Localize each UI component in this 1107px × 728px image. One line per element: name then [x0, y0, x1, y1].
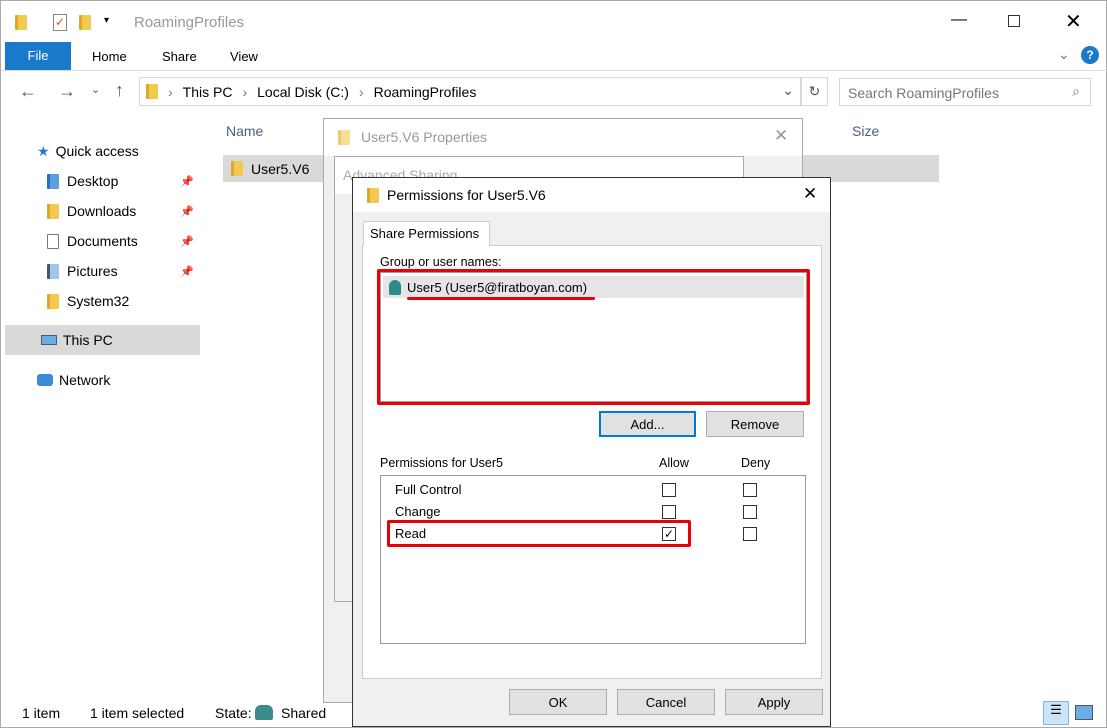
properties-close-button[interactable]: ✕: [774, 126, 788, 146]
read-deny-checkbox[interactable]: [743, 527, 757, 541]
highlight-box-read: [387, 520, 691, 547]
customize-dropdown-icon[interactable]: ▾: [104, 15, 109, 26]
nav-label: System32: [67, 293, 130, 309]
up-button[interactable]: ↑: [115, 80, 124, 101]
pin-icon[interactable]: 📌: [180, 175, 194, 188]
window-title: RoamingProfiles: [134, 14, 245, 31]
full-control-deny-checkbox[interactable]: [743, 483, 757, 497]
star-icon: ★: [37, 142, 50, 159]
maximize-button[interactable]: [1008, 15, 1020, 27]
chevron-icon: ›: [242, 83, 248, 100]
chevron-icon: ›: [168, 83, 173, 100]
remove-button[interactable]: Remove: [706, 411, 804, 437]
nav-label: Quick access: [55, 143, 139, 159]
nav-label: Downloads: [67, 203, 137, 219]
nav-desktop[interactable]: Desktop 📌: [1, 166, 200, 196]
full-control-allow-checkbox[interactable]: [662, 483, 676, 497]
ribbon-tabs: File Home Share View ⌄ ?: [1, 41, 1107, 71]
search-box[interactable]: Search RoamingProfiles ⌕: [839, 78, 1091, 106]
change-deny-checkbox[interactable]: [743, 505, 757, 519]
details-view-button[interactable]: ☰: [1043, 701, 1069, 725]
address-bar[interactable]: › This PC › Local Disk (C:) › RoamingPro…: [139, 77, 801, 106]
folder-icon: [47, 293, 59, 309]
nav-network[interactable]: Network: [1, 365, 200, 395]
nav-downloads[interactable]: Downloads 📌: [1, 196, 200, 226]
properties-title: User5.V6 Properties: [361, 129, 488, 145]
properties-icon[interactable]: ✓: [53, 14, 67, 31]
chevron-icon: ›: [358, 83, 364, 100]
pictures-icon: [47, 263, 59, 279]
nav-label: This PC: [63, 332, 113, 348]
shared-users-icon: [255, 705, 273, 720]
tab-home[interactable]: Home: [92, 49, 127, 64]
recent-dropdown[interactable]: ⌄: [91, 83, 100, 96]
search-placeholder: Search RoamingProfiles: [848, 85, 999, 101]
address-dropdown-icon[interactable]: ⌄: [782, 82, 794, 99]
tab-file[interactable]: File: [5, 42, 71, 70]
back-button[interactable]: ←: [19, 81, 37, 102]
selected-count: 1 item selected: [90, 705, 185, 721]
column-header-name[interactable]: Name: [226, 123, 263, 139]
breadcrumb-roamingprofiles[interactable]: RoamingProfiles: [374, 84, 477, 100]
expand-ribbon-icon[interactable]: ⌄: [1058, 46, 1070, 63]
help-icon[interactable]: ?: [1081, 46, 1099, 64]
file-name: User5.V6: [251, 160, 310, 177]
permission-change: Change: [395, 504, 441, 519]
title-bar: ✓ ▾ RoamingProfiles — ✕: [1, 1, 1107, 41]
folder-icon: [15, 15, 27, 30]
close-button[interactable]: ✕: [1065, 9, 1082, 34]
state-label: State:: [215, 705, 252, 721]
forward-button[interactable]: →: [58, 81, 76, 102]
permission-full-control: Full Control: [395, 482, 462, 497]
state-value: Shared: [281, 705, 327, 721]
nav-quick-access[interactable]: ★ Quick access: [1, 136, 200, 166]
tab-view[interactable]: View: [230, 49, 258, 64]
pin-icon[interactable]: 📌: [180, 265, 194, 278]
pin-icon[interactable]: 📌: [180, 205, 194, 218]
refresh-button[interactable]: ↻: [801, 77, 828, 106]
folder-icon: [231, 161, 243, 176]
nav-label: Pictures: [67, 263, 118, 279]
permissions-dialog: Permissions for User5.V6 ✕ Share Permiss…: [352, 177, 831, 727]
add-button[interactable]: Add...: [599, 411, 696, 437]
nav-system32[interactable]: System32: [1, 286, 200, 316]
breadcrumb-this-pc[interactable]: This PC: [183, 84, 233, 100]
permissions-list: [380, 475, 806, 644]
nav-this-pc[interactable]: This PC: [5, 325, 200, 355]
group-label: Group or user names:: [380, 255, 502, 269]
tab-share-permissions[interactable]: Share Permissions: [363, 221, 490, 246]
pin-icon[interactable]: 📌: [180, 235, 194, 248]
folder-icon: [146, 84, 158, 99]
nav-pictures[interactable]: Pictures 📌: [1, 256, 200, 286]
navigation-pane: ★ Quick access Desktop 📌 Downloads 📌 Docume…: [1, 111, 201, 696]
minimize-button[interactable]: —: [951, 11, 967, 29]
folder-icon: [338, 130, 350, 145]
folder-icon: [47, 173, 59, 189]
computer-icon: [41, 335, 57, 345]
network-icon: [37, 374, 53, 386]
nav-documents[interactable]: Documents 📌: [1, 226, 200, 256]
documents-icon: [47, 233, 59, 249]
column-header-size[interactable]: Size: [852, 123, 879, 139]
allow-header: Allow: [659, 456, 689, 470]
status-bar: 1 item 1 item selected State: Shared ☰: [1, 701, 1107, 727]
nav-label: Network: [59, 372, 111, 388]
download-folder-icon: [47, 203, 59, 219]
permissions-for-label: Permissions for User5: [380, 456, 503, 470]
new-folder-icon[interactable]: [79, 15, 91, 30]
search-icon: ⌕: [1072, 83, 1080, 99]
permissions-title: Permissions for User5.V6: [387, 187, 546, 203]
tab-share[interactable]: Share: [162, 49, 197, 64]
large-icons-view-button[interactable]: [1075, 705, 1093, 720]
highlight-box-users: [377, 269, 810, 405]
item-count: 1 item: [22, 705, 61, 721]
deny-header: Deny: [741, 456, 771, 470]
nav-label: Desktop: [67, 173, 119, 189]
change-allow-checkbox[interactable]: [662, 505, 676, 519]
permissions-close-button[interactable]: ✕: [803, 184, 817, 204]
breadcrumb-local-disk[interactable]: Local Disk (C:): [257, 84, 349, 100]
nav-label: Documents: [67, 233, 138, 249]
folder-icon: [367, 188, 379, 203]
